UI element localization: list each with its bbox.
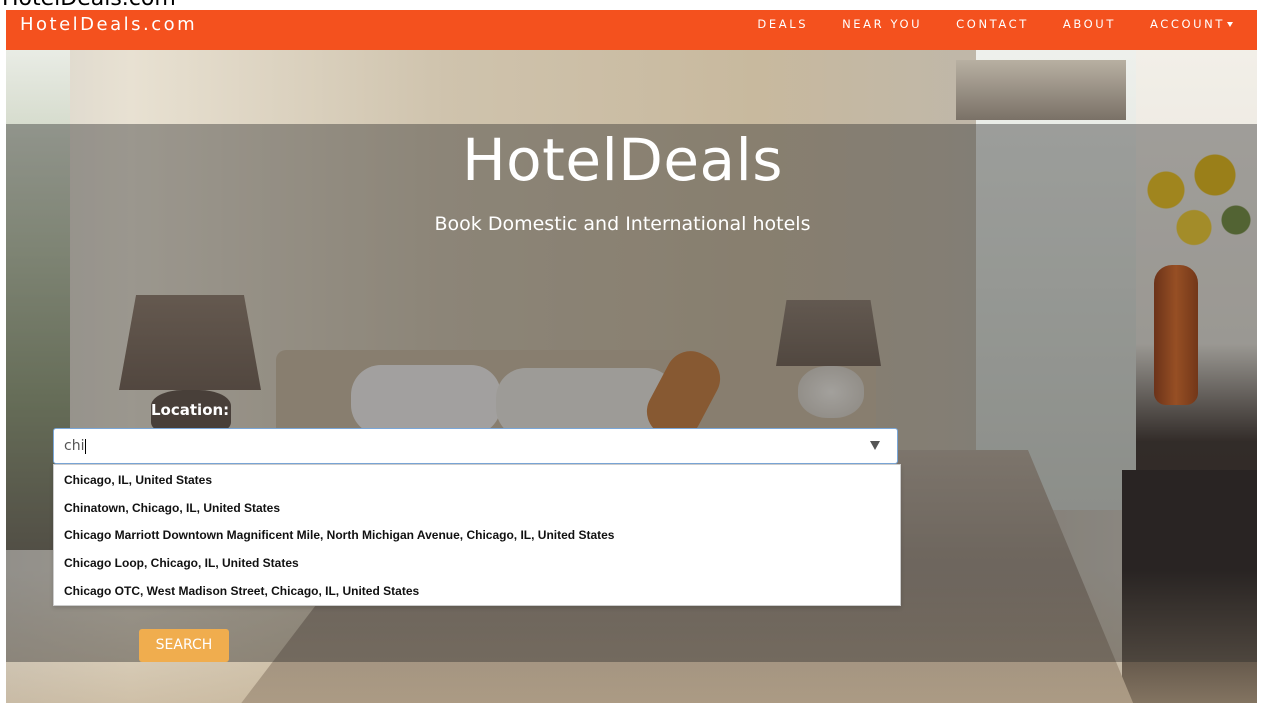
location-input[interactable]: chi (53, 428, 898, 464)
nav-link-about[interactable]: ABOUT (1063, 17, 1116, 31)
caret-down-icon (1227, 22, 1233, 27)
location-input-value: chi (64, 438, 87, 454)
search-button[interactable]: SEARCH (139, 629, 229, 662)
nav-link-account[interactable]: ACCOUNT (1150, 17, 1233, 31)
browser-tab-strip: HotelDeals.com (0, 0, 1261, 10)
hero-subtitle: Book Domestic and International hotels (434, 213, 811, 235)
hero-title: HotelDeals (462, 126, 783, 194)
nav-link-deals[interactable]: DEALS (757, 17, 808, 31)
nav-link-account-label: ACCOUNT (1149, 17, 1225, 31)
location-input-text: chi (64, 438, 85, 454)
suggestion-item[interactable]: Chicago Marriott Downtown Magnificent Mi… (64, 528, 614, 542)
suggestions-dropdown: Chicago, IL, United States Chinatown, Ch… (53, 464, 901, 606)
nav-links: DEALS NEAR YOU CONTACT ABOUT ACCOUNT (723, 17, 1233, 31)
suggestion-item[interactable]: Chicago OTC, West Madison Street, Chicag… (64, 584, 419, 598)
suggestion-item[interactable]: Chicago Loop, Chicago, IL, United States (64, 556, 299, 570)
nav-link-near-you[interactable]: NEAR YOU (842, 17, 922, 31)
window-blind (956, 60, 1126, 120)
suggestion-item[interactable]: Chinatown, Chicago, IL, United States (64, 501, 280, 515)
text-cursor (85, 438, 87, 454)
browser-tab-text: HotelDeals.com (2, 0, 176, 10)
dropdown-arrow-icon[interactable] (870, 441, 880, 450)
brand-logo[interactable]: HotelDeals.com (20, 14, 197, 35)
navbar: HotelDeals.com DEALS NEAR YOU CONTACT AB… (6, 10, 1257, 50)
location-label: Location: (151, 401, 230, 419)
nav-link-contact[interactable]: CONTACT (956, 17, 1029, 31)
suggestion-item[interactable]: Chicago, IL, United States (64, 473, 212, 487)
